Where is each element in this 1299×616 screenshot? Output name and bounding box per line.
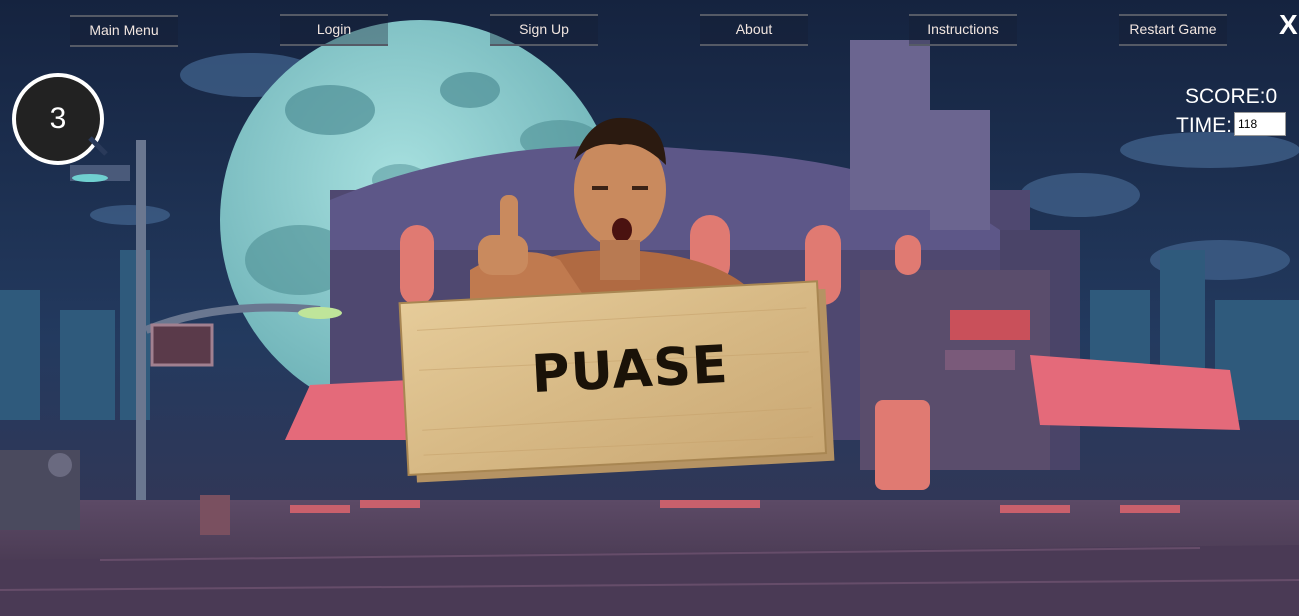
- time-input[interactable]: [1234, 112, 1286, 136]
- about-button[interactable]: About: [700, 14, 808, 46]
- close-icon[interactable]: X: [1279, 10, 1298, 40]
- top-nav: Main Menu Login Sign Up About Instructio…: [0, 14, 1299, 47]
- time-label: TIME:: [1176, 114, 1232, 137]
- score-display: SCORE:0: [1185, 85, 1278, 108]
- restart-game-button[interactable]: Restart Game: [1119, 14, 1227, 46]
- instructions-button[interactable]: Instructions: [909, 14, 1017, 46]
- login-button[interactable]: Login: [280, 14, 388, 46]
- main-menu-button[interactable]: Main Menu: [70, 15, 178, 47]
- countdown-ring-gap: [88, 136, 108, 156]
- game-background: [0, 0, 1299, 616]
- sign-up-button[interactable]: Sign Up: [490, 14, 598, 46]
